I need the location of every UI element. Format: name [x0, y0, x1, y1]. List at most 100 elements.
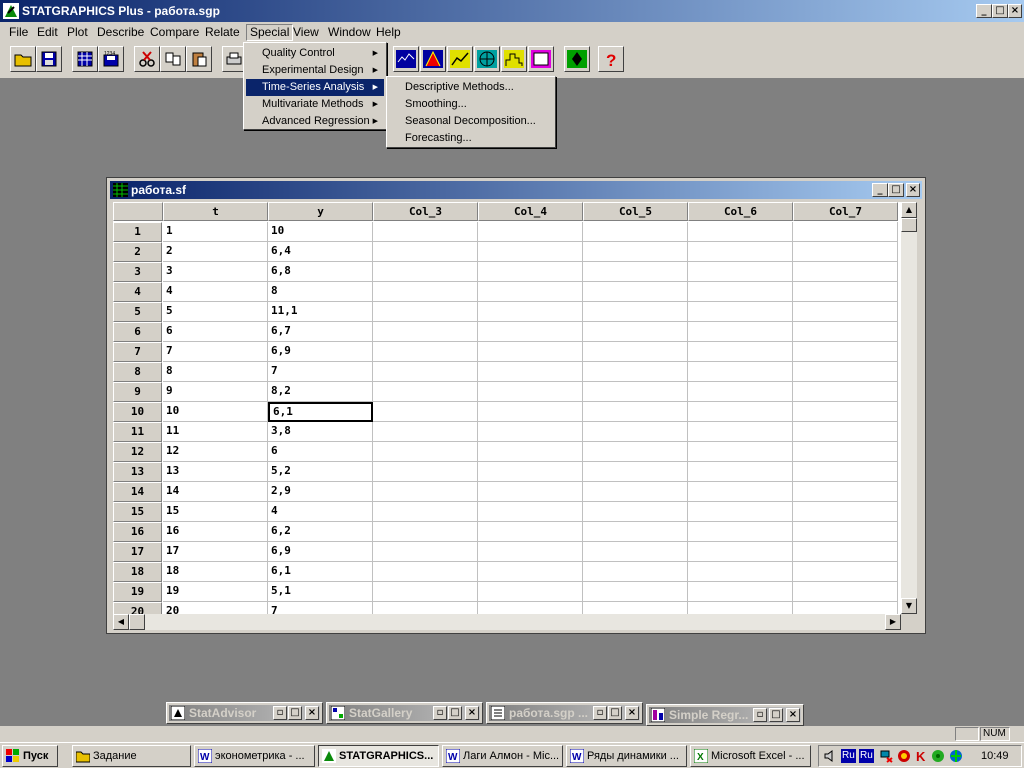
- data-cell[interactable]: 6,4: [268, 242, 373, 262]
- menu-view[interactable]: View: [293, 25, 319, 39]
- data-cell[interactable]: 6,8: [268, 262, 373, 282]
- distribution-plot-icon[interactable]: [420, 46, 446, 72]
- data-cell[interactable]: 11: [163, 422, 268, 442]
- data-cell[interactable]: [583, 462, 688, 482]
- restore-button[interactable]: ▫: [273, 706, 287, 720]
- green-tray-icon[interactable]: [931, 749, 945, 763]
- data-cell[interactable]: [793, 362, 898, 382]
- data-cell[interactable]: [373, 442, 478, 462]
- close-button[interactable]: ×: [465, 706, 479, 720]
- menu-item-descriptive-methods[interactable]: Descriptive Methods...: [389, 79, 553, 96]
- active-cell[interactable]: 6,1: [268, 402, 373, 422]
- app-title-bar[interactable]: STATGRAPHICS Plus - работа.sgp _ □ ×: [0, 0, 1024, 22]
- data-cell[interactable]: [373, 382, 478, 402]
- grid-corner-cell[interactable]: [113, 202, 163, 221]
- data-cell[interactable]: 6: [163, 322, 268, 342]
- globe-plot-icon[interactable]: [474, 46, 500, 72]
- data-cell[interactable]: 13: [163, 462, 268, 482]
- histogram-icon[interactable]: [501, 46, 527, 72]
- row-header[interactable]: 20: [113, 602, 162, 614]
- restore-button[interactable]: ▫: [433, 706, 447, 720]
- volume-icon[interactable]: [823, 749, 837, 763]
- row-header[interactable]: 11: [113, 422, 162, 442]
- data-cell[interactable]: [688, 602, 793, 614]
- row-header[interactable]: 9: [113, 382, 162, 402]
- data-cell[interactable]: [583, 442, 688, 462]
- column-header[interactable]: t: [163, 202, 268, 221]
- row-header[interactable]: 8: [113, 362, 162, 382]
- data-cell[interactable]: [478, 322, 583, 342]
- data-cell[interactable]: [478, 342, 583, 362]
- statadvisor-icon[interactable]: [564, 46, 590, 72]
- data-cell[interactable]: [583, 302, 688, 322]
- menu-window[interactable]: Window: [328, 25, 371, 39]
- data-cell[interactable]: [478, 382, 583, 402]
- data-cell[interactable]: [583, 282, 688, 302]
- data-cell[interactable]: [373, 522, 478, 542]
- horizontal-scrollbar[interactable]: ◀ ▶: [113, 614, 901, 630]
- data-cell[interactable]: [688, 422, 793, 442]
- data-cell[interactable]: [373, 582, 478, 602]
- menu-edit[interactable]: Edit: [37, 25, 58, 39]
- data-cell[interactable]: [373, 542, 478, 562]
- kaspersky-icon[interactable]: K: [915, 749, 929, 763]
- data-cell[interactable]: [793, 262, 898, 282]
- row-header[interactable]: 1: [113, 222, 162, 242]
- cut-icon[interactable]: [134, 46, 160, 72]
- menu-item-advanced-regression[interactable]: Advanced Regression ▶: [246, 113, 384, 130]
- data-cell[interactable]: 9: [163, 382, 268, 402]
- menu-compare[interactable]: Compare: [150, 25, 199, 39]
- start-button[interactable]: Пуск: [2, 745, 58, 767]
- globe-tray-icon[interactable]: [949, 749, 963, 763]
- task-excel[interactable]: X Microsoft Excel - ...: [690, 745, 811, 767]
- data-cell[interactable]: [583, 362, 688, 382]
- data-cell[interactable]: [373, 322, 478, 342]
- data-cell[interactable]: 8: [163, 362, 268, 382]
- network-icon[interactable]: [879, 749, 893, 763]
- data-cell[interactable]: 5,1: [268, 582, 373, 602]
- data-cell[interactable]: [373, 482, 478, 502]
- task-zadanie[interactable]: Задание: [72, 745, 191, 767]
- maximize-button[interactable]: □: [769, 708, 783, 722]
- data-cell[interactable]: 4: [268, 502, 373, 522]
- data-cell[interactable]: [688, 582, 793, 602]
- data-cell[interactable]: 15: [163, 502, 268, 522]
- data-cell[interactable]: [688, 362, 793, 382]
- data-cell[interactable]: 19: [163, 582, 268, 602]
- data-cell[interactable]: [688, 482, 793, 502]
- data-cell[interactable]: 7: [268, 362, 373, 382]
- datasheet-title-bar[interactable]: работа.sf _ □ ×: [110, 181, 922, 199]
- menu-item-experimental-design[interactable]: Experimental Design ▶: [246, 62, 384, 79]
- data-cell[interactable]: 3,8: [268, 422, 373, 442]
- statgallery-icon[interactable]: [528, 46, 554, 72]
- data-cell[interactable]: [478, 562, 583, 582]
- data-cell[interactable]: [478, 402, 583, 422]
- row-header[interactable]: 14: [113, 482, 162, 502]
- data-cell[interactable]: 16: [163, 522, 268, 542]
- data-cell[interactable]: 2,9: [268, 482, 373, 502]
- datasheet-maximize-button[interactable]: □: [888, 183, 904, 197]
- row-header[interactable]: 10: [113, 402, 162, 422]
- task-lagi-almon[interactable]: W Лаги Алмон - Mic...: [442, 745, 563, 767]
- data-cell[interactable]: [478, 542, 583, 562]
- data-cell[interactable]: [688, 302, 793, 322]
- data-cell[interactable]: [583, 602, 688, 614]
- data-cell[interactable]: 1: [163, 222, 268, 242]
- data-cell[interactable]: [793, 222, 898, 242]
- minimized-statadvisor[interactable]: StatAdvisor ▫ □ ×: [166, 702, 323, 724]
- data-cell[interactable]: [583, 322, 688, 342]
- data-cell[interactable]: 10: [268, 222, 373, 242]
- data-cell[interactable]: 18: [163, 562, 268, 582]
- row-header[interactable]: 2: [113, 242, 162, 262]
- scroll-right-arrow-icon[interactable]: ▶: [885, 614, 901, 630]
- datasheet-minimize-button[interactable]: _: [872, 183, 888, 197]
- menu-relate[interactable]: Relate: [205, 25, 240, 39]
- column-header[interactable]: Col_3: [373, 202, 478, 221]
- row-header[interactable]: 17: [113, 542, 162, 562]
- menu-item-forecasting[interactable]: Forecasting...: [389, 130, 553, 147]
- row-header[interactable]: 12: [113, 442, 162, 462]
- data-cell[interactable]: 11,1: [268, 302, 373, 322]
- row-header[interactable]: 3: [113, 262, 162, 282]
- row-header[interactable]: 19: [113, 582, 162, 602]
- data-cell[interactable]: [688, 222, 793, 242]
